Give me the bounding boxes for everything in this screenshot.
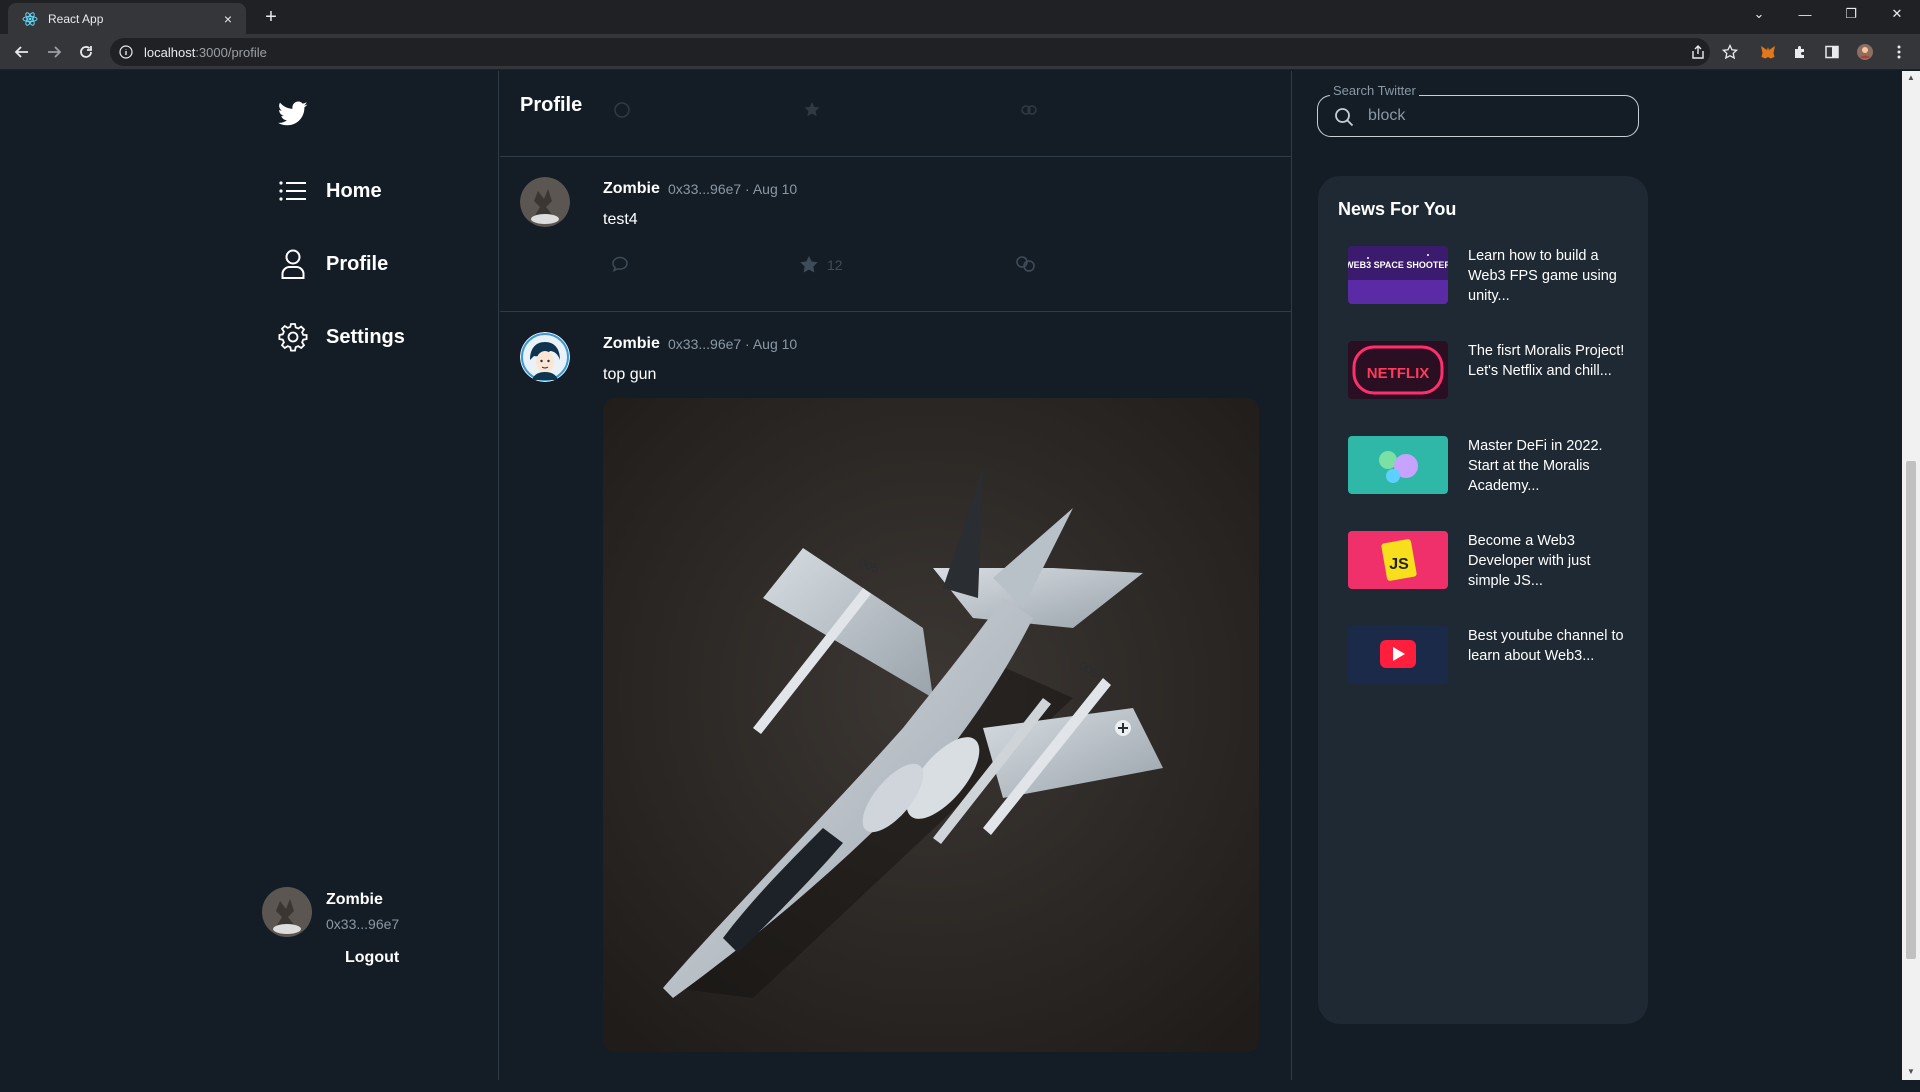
post-author[interactable]: Zombie xyxy=(603,180,660,198)
user-icon xyxy=(278,249,308,279)
page-scrollbar[interactable]: ▲ ▼ xyxy=(1902,71,1920,1080)
news-title: News For You xyxy=(1338,199,1457,219)
browser-toolbar: localhost:3000/profile xyxy=(0,34,1920,70)
post-meta: 0x33...96e7 · Aug 10 xyxy=(668,181,798,197)
sidebar-item-label: Profile xyxy=(326,252,389,275)
news-item[interactable]: NETFLIX The fisrt Moralis Project! Let's… xyxy=(1348,341,1638,403)
thumb-label: NETFLIX xyxy=(1367,365,1430,382)
url-path: :3000/profile xyxy=(195,44,267,60)
news-thumbnail xyxy=(1348,626,1448,684)
post-text: test4 xyxy=(603,211,638,228)
url-host: localhost xyxy=(144,44,196,60)
reload-icon[interactable] xyxy=(74,40,98,64)
link-icon xyxy=(1016,256,1035,272)
search-input[interactable] xyxy=(1368,105,1618,127)
star-icon xyxy=(800,256,818,273)
profile-avatar-icon[interactable] xyxy=(1855,42,1875,62)
scroll-up-arrow-icon[interactable]: ▲ xyxy=(1906,73,1916,83)
news-thumbnail: WEB3 SPACE SHOOTER xyxy=(1348,246,1448,304)
left-sidebar: Home Profile Settings Zombie 0x33...96e7… xyxy=(0,71,499,1080)
avatar[interactable] xyxy=(520,177,570,227)
list-icon xyxy=(278,176,308,206)
side-panel-icon[interactable] xyxy=(1822,42,1842,62)
news-item[interactable]: WEB3 SPACE SHOOTER Learn how to build a … xyxy=(1348,246,1638,308)
browser-menu-icon[interactable] xyxy=(1889,42,1909,62)
search-label: Search Twitter xyxy=(1330,83,1419,98)
post-image[interactable]: 005 005 xyxy=(603,398,1259,1052)
avatar[interactable] xyxy=(520,332,570,382)
url-text: localhost:3000/profile xyxy=(144,45,267,60)
extensions-puzzle-icon[interactable] xyxy=(1790,42,1810,62)
news-item[interactable]: Best youtube channel to learn about Web3… xyxy=(1348,626,1638,688)
restore-button[interactable]: ❐ xyxy=(1828,0,1874,28)
tab-close-icon[interactable]: × xyxy=(220,11,236,27)
search-box[interactable] xyxy=(1317,95,1639,137)
sidebar-item-label: Home xyxy=(326,179,382,202)
page-title: Profile xyxy=(520,94,583,116)
faded-comment-icon xyxy=(614,102,630,118)
gear-icon xyxy=(278,322,308,352)
search-icon xyxy=(1335,108,1354,127)
tweet-post[interactable]: Zombie 0x33...96e7 · Aug 10 top gun 005 … xyxy=(500,312,1292,1092)
minimize-button[interactable]: — xyxy=(1782,0,1828,28)
user-name: Zombie xyxy=(326,891,383,908)
share-icon[interactable] xyxy=(1688,42,1708,62)
like-count: 12 xyxy=(827,256,843,273)
post-author[interactable]: Zombie xyxy=(603,335,660,353)
site-info-icon[interactable] xyxy=(118,44,134,60)
news-panel: News For You WEB3 SPACE SHOOTER Learn ho… xyxy=(1318,176,1648,1024)
news-item-text: Master DeFi in 2022. Start at the Morali… xyxy=(1468,438,1603,494)
news-item-text: The fisrt Moralis Project! Let's Netflix… xyxy=(1468,343,1625,379)
user-wallet-address: 0x33...96e7 xyxy=(326,916,400,932)
metamask-icon[interactable] xyxy=(1758,42,1778,62)
news-thumbnail: NETFLIX xyxy=(1348,341,1448,399)
main-feed: Profile Zombie 0x33...96e7 · Aug 10 test… xyxy=(500,71,1292,1080)
back-arrow-icon[interactable] xyxy=(10,40,34,64)
feed-header: Profile xyxy=(500,71,1292,157)
tab-title: React App xyxy=(48,11,104,26)
fighter-jet-photo: 005 005 xyxy=(603,398,1259,1052)
news-item[interactable]: Master DeFi in 2022. Start at the Morali… xyxy=(1348,436,1638,498)
faded-link-icon xyxy=(1021,105,1037,115)
new-tab-button[interactable]: + xyxy=(259,5,283,29)
address-bar[interactable]: localhost:3000/profile xyxy=(110,38,1710,66)
react-favicon-icon xyxy=(22,11,38,27)
close-window-button[interactable]: ✕ xyxy=(1874,0,1920,28)
tab-search-icon[interactable]: ⌄ xyxy=(1736,0,1782,28)
forward-arrow-icon[interactable] xyxy=(42,40,66,64)
scroll-down-arrow-icon[interactable]: ▼ xyxy=(1906,1067,1916,1077)
app-page: Home Profile Settings Zombie 0x33...96e7… xyxy=(0,71,1902,1080)
logout-button[interactable]: Logout xyxy=(345,949,399,967)
post-actions: 12 xyxy=(603,255,1043,279)
bookmark-star-icon[interactable] xyxy=(1720,42,1740,62)
post-meta: 0x33...96e7 · Aug 10 xyxy=(668,336,798,352)
sidebar-item-home[interactable]: Home xyxy=(278,176,382,206)
news-item-text: Best youtube channel to learn about Web3… xyxy=(1468,628,1624,664)
scrollbar-thumb[interactable] xyxy=(1906,461,1916,959)
news-item-text: Become a Web3 Developer with just simple… xyxy=(1468,533,1591,589)
sidebar-item-label: Settings xyxy=(326,325,405,348)
faded-star-icon xyxy=(804,102,820,117)
avatar[interactable] xyxy=(262,887,312,937)
thumb-label: JS xyxy=(1389,556,1409,573)
thumb-label: WEB3 SPACE SHOOTER xyxy=(1348,260,1448,270)
like-button[interactable]: 12 xyxy=(799,255,843,274)
twitter-logo-icon[interactable] xyxy=(278,101,312,131)
post-text: top gun xyxy=(603,366,657,383)
news-thumbnail xyxy=(1348,436,1448,494)
sidebar-item-settings[interactable]: Settings xyxy=(278,322,405,352)
news-thumbnail: JS xyxy=(1348,531,1448,589)
comment-icon xyxy=(612,256,628,272)
reply-button[interactable] xyxy=(611,255,629,273)
share-link-button[interactable] xyxy=(1015,255,1037,273)
news-item[interactable]: JS Become a Web3 Developer with just sim… xyxy=(1348,531,1638,593)
sidebar-item-profile[interactable]: Profile xyxy=(278,249,388,279)
news-item-text: Learn how to build a Web3 FPS game using… xyxy=(1468,248,1617,304)
tweet-post[interactable]: Zombie 0x33...96e7 · Aug 10 test4 12 xyxy=(500,157,1292,312)
browser-tab-strip: React App × + ⌄ — ❐ ✕ xyxy=(0,0,1920,34)
browser-tab[interactable]: React App × xyxy=(8,3,246,34)
